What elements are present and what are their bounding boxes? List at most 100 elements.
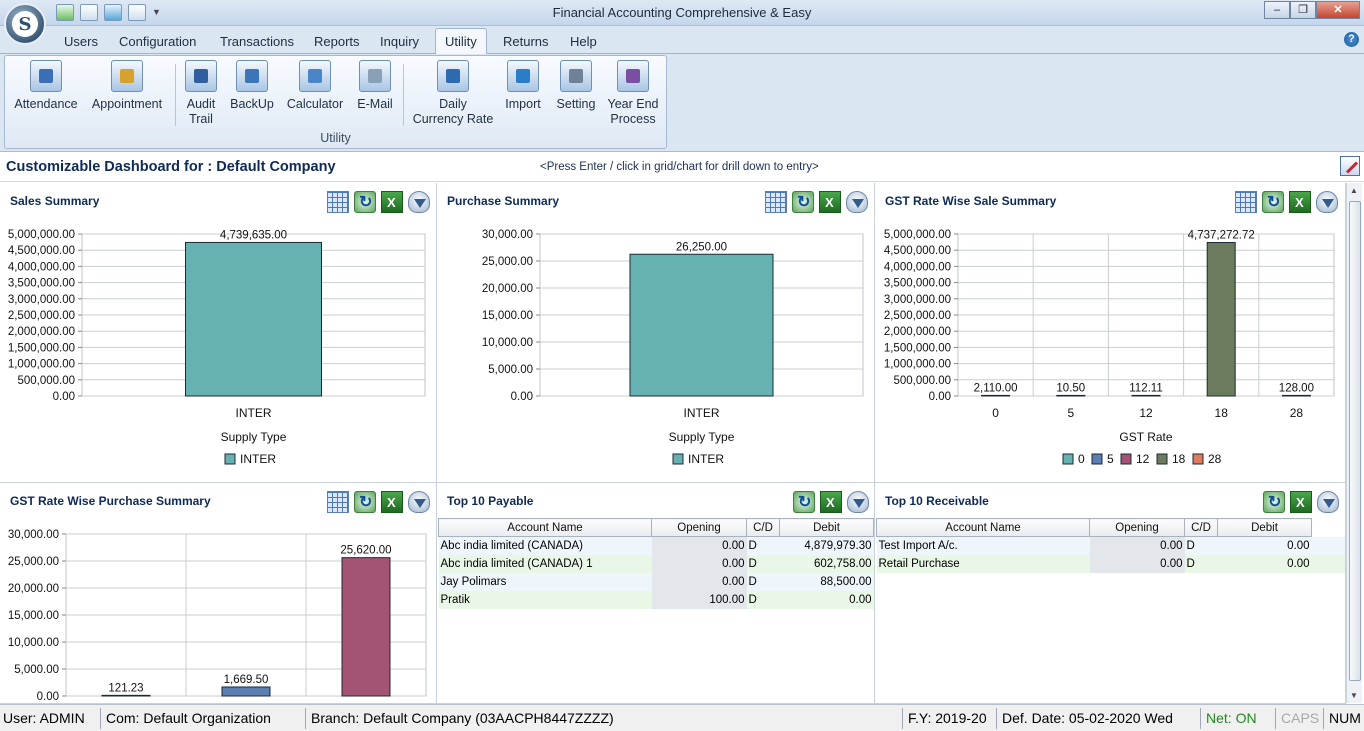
- y-tick-label: 5,000,000.00: [8, 229, 75, 241]
- cell-debit: 0.00: [1217, 554, 1312, 573]
- filter-icon[interactable]: [847, 491, 869, 513]
- sales-summary-panel[interactable]: Sales Summary 0.00500,000.001,000,000.00…: [0, 183, 437, 483]
- payable-table[interactable]: Account Name Opening C/D Debit Abc india…: [438, 518, 874, 609]
- cell-account-name: Pratik: [438, 590, 652, 609]
- y-tick-label: 2,000,000.00: [884, 326, 951, 338]
- import-button[interactable]: Import: [501, 60, 545, 112]
- tab-utility[interactable]: Utility: [435, 28, 487, 55]
- data-label: 4,737,272.72: [1188, 230, 1255, 242]
- application-menu-button[interactable]: S: [4, 3, 46, 45]
- column-header-account-name[interactable]: Account Name: [438, 518, 652, 537]
- status-user: User: ADMIN: [0, 708, 101, 729]
- y-tick-label: 3,500,000.00: [8, 278, 75, 290]
- ribbon-group-label: Utility: [320, 131, 351, 145]
- y-tick-label: 1,000,000.00: [8, 359, 75, 371]
- y-tick-label: 3,500,000.00: [884, 278, 951, 290]
- gst-sale-summary-chart[interactable]: 0.00 500,000.00 1,000,000.00 1,500,000.00 2,…: [875, 183, 1346, 483]
- data-label: 26,250.00: [676, 241, 727, 253]
- ribbon-separator: [175, 64, 176, 126]
- filter-icon[interactable]: [1317, 491, 1339, 513]
- appointment-button[interactable]: Appointment: [89, 60, 165, 112]
- purchase-summary-panel[interactable]: Purchase Summary 0.005,000.0010,000.0015…: [437, 183, 875, 483]
- scroll-thumb[interactable]: [1349, 201, 1361, 681]
- email-button[interactable]: E-Mail: [353, 60, 397, 112]
- bar: [1281, 394, 1311, 397]
- receivable-table[interactable]: Account Name Opening C/D Debit Test Impo…: [876, 518, 1345, 573]
- scroll-up-icon[interactable]: ▲: [1350, 186, 1358, 195]
- setting-button[interactable]: Setting: [553, 60, 599, 112]
- year-end-icon: [617, 60, 649, 92]
- sales-summary-chart[interactable]: 0.00 500,000.00 1,000,000.00 1,500,000.00 2,…: [0, 183, 437, 483]
- scroll-down-icon[interactable]: ▼: [1350, 691, 1358, 700]
- customize-dashboard-icon[interactable]: [1340, 156, 1360, 176]
- backup-button[interactable]: BackUp: [229, 60, 275, 112]
- export-excel-icon[interactable]: [1290, 491, 1312, 513]
- gst-purchase-summary-chart[interactable]: 0.00 5,000.00 10,000.00 15,000.00 20,000.00 2…: [0, 483, 437, 704]
- daily-currency-rate-button[interactable]: Daily Currency Rate: [409, 60, 497, 127]
- y-tick-label: 4,500,000.00: [884, 245, 951, 257]
- table-row[interactable]: Jay Polimars 0.00 D 88,500.00: [438, 572, 874, 591]
- panel-toolbar: [1263, 491, 1339, 513]
- dashboard-scrollbar[interactable]: ▲ ▼: [1346, 183, 1362, 703]
- cell-opening: 0.00: [1089, 554, 1185, 573]
- x-tick-label: 12: [1139, 406, 1153, 420]
- status-company: Com: Default Organization: [103, 708, 306, 729]
- purchase-summary-chart[interactable]: 0.00 5,000.00 10,000.00 15,000.00 20,000.00 2…: [437, 183, 875, 483]
- currency-rate-icon: [437, 60, 469, 92]
- setting-label: Setting: [556, 97, 596, 111]
- column-header-opening[interactable]: Opening: [1089, 518, 1185, 537]
- column-header-opening[interactable]: Opening: [651, 518, 747, 537]
- tab-reports[interactable]: Reports: [314, 34, 360, 49]
- audit-trail-button[interactable]: Audit Trail: [181, 60, 221, 127]
- column-header-account-name[interactable]: Account Name: [876, 518, 1090, 537]
- y-tick-label: 25,000.00: [482, 256, 533, 268]
- status-default-date: Def. Date: 05-02-2020 Wed: [999, 708, 1201, 729]
- legend-swatch: [1091, 453, 1103, 465]
- email-icon: [359, 60, 391, 92]
- help-icon[interactable]: ?: [1344, 32, 1359, 47]
- refresh-icon[interactable]: [793, 491, 815, 513]
- bar: [1056, 394, 1086, 397]
- restore-button[interactable]: ❐: [1290, 1, 1316, 19]
- table-row[interactable]: Test Import A/c. 0.00 D 0.00: [876, 536, 1345, 555]
- tab-users[interactable]: Users: [64, 34, 98, 49]
- cell-cd: D: [746, 536, 780, 555]
- tab-configuration[interactable]: Configuration: [119, 34, 196, 49]
- column-header-cd[interactable]: C/D: [1184, 518, 1218, 537]
- cell-debit: 0.00: [779, 590, 874, 609]
- backup-label: BackUp: [230, 97, 274, 111]
- bar: [981, 394, 1011, 397]
- table-row[interactable]: Abc india limited (CANADA) 1 0.00 D 602,…: [438, 554, 874, 573]
- minimize-button[interactable]: –: [1264, 1, 1290, 19]
- y-tick-label: 4,000,000.00: [884, 261, 951, 273]
- y-tick-label: 2,500,000.00: [884, 310, 951, 322]
- tab-inquiry[interactable]: Inquiry: [380, 34, 419, 49]
- column-header-debit[interactable]: Debit: [1217, 518, 1312, 537]
- cell-opening: 0.00: [651, 572, 747, 591]
- cell-account-name: Abc india limited (CANADA): [438, 536, 652, 555]
- y-tick-label: 20,000.00: [8, 583, 59, 595]
- y-tick-label: 1,500,000.00: [884, 342, 951, 354]
- tab-returns[interactable]: Returns: [503, 34, 549, 49]
- cell-account-name: Retail Purchase: [876, 554, 1090, 573]
- y-tick-label: 3,000,000.00: [8, 294, 75, 306]
- export-excel-icon[interactable]: [820, 491, 842, 513]
- y-tick-label: 5,000.00: [488, 364, 533, 376]
- table-row[interactable]: Abc india limited (CANADA) 0.00 D 4,879,…: [438, 536, 874, 555]
- attendance-button[interactable]: Attendance: [13, 60, 79, 112]
- table-row[interactable]: Retail Purchase 0.00 D 0.00: [876, 554, 1345, 573]
- tab-transactions[interactable]: Transactions: [220, 34, 294, 49]
- refresh-icon[interactable]: [1263, 491, 1285, 513]
- close-button[interactable]: ✕: [1316, 1, 1360, 19]
- y-tick-label: 10,000.00: [482, 337, 533, 349]
- year-end-process-button[interactable]: Year End Process: [605, 60, 661, 127]
- y-tick-label: 4,500,000.00: [8, 245, 75, 257]
- column-header-cd[interactable]: C/D: [746, 518, 780, 537]
- tab-help[interactable]: Help: [570, 34, 597, 49]
- table-row[interactable]: Pratik 100.00 D 0.00: [438, 590, 874, 609]
- gst-purchase-summary-panel[interactable]: GST Rate Wise Purchase Summary 0.005,000…: [0, 483, 437, 704]
- column-header-debit[interactable]: Debit: [779, 518, 874, 537]
- calculator-button[interactable]: Calculator: [285, 60, 345, 112]
- gst-sale-summary-panel[interactable]: GST Rate Wise Sale Summary 0.00500,000.0…: [875, 183, 1346, 483]
- panel-toolbar: [793, 491, 869, 513]
